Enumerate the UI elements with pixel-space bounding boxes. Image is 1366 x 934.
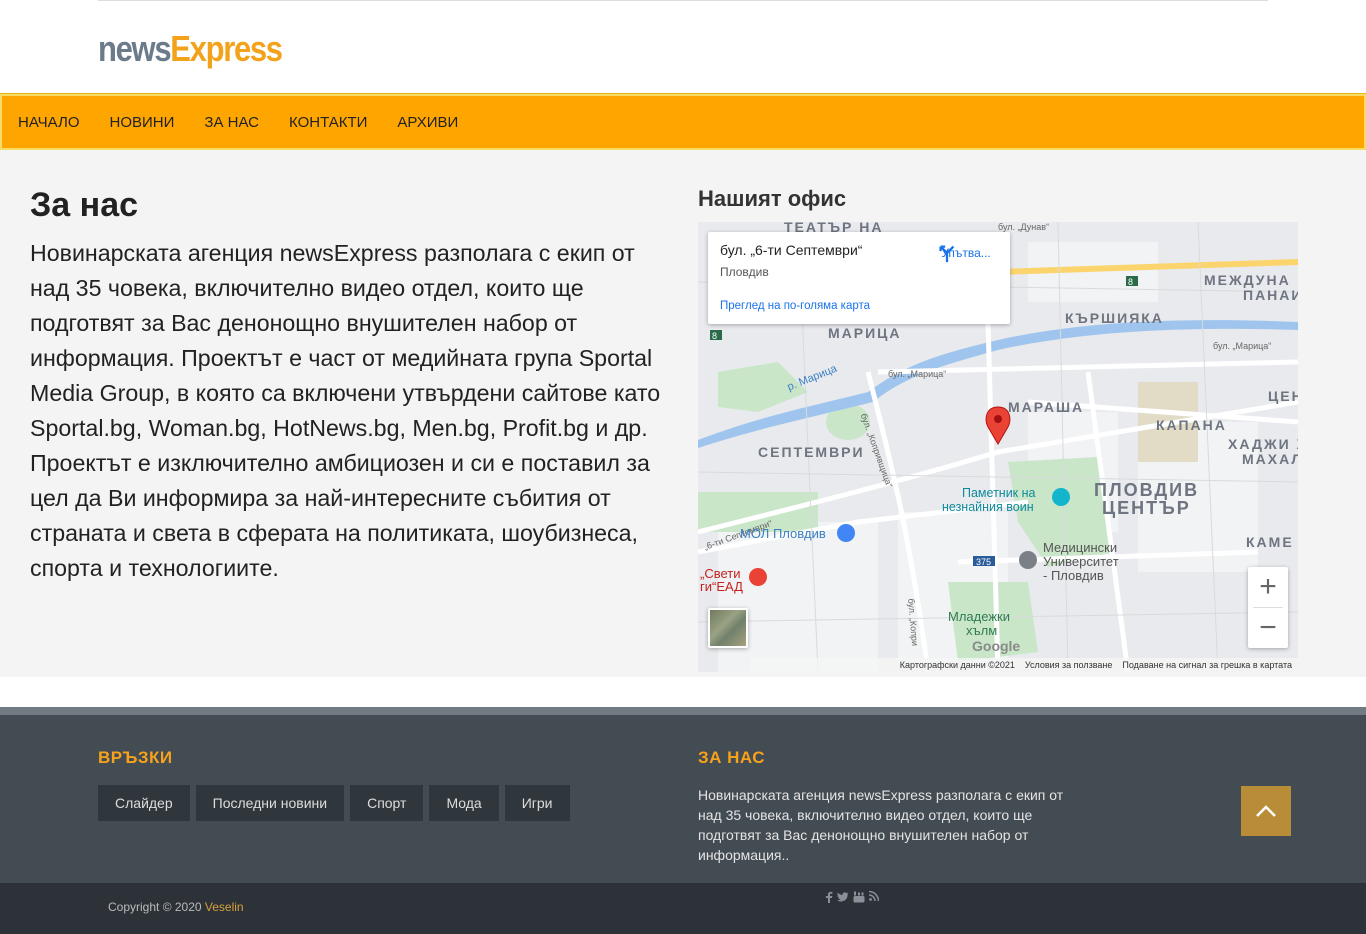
social-links	[825, 891, 879, 903]
map-label-marasha: МАРАША	[1008, 399, 1085, 415]
footer-links-title: ВРЪЗКИ	[98, 748, 173, 767]
logo-part-express: Express	[170, 28, 283, 69]
nav-item-about[interactable]: ЗА НАС	[204, 114, 259, 131]
nav-item-news[interactable]: НОВИНИ	[110, 114, 175, 131]
map-label-monument-2: незнайния воин	[942, 500, 1034, 514]
satellite-toggle-button[interactable]	[708, 608, 748, 648]
map-label-kame: КАМЕ	[1246, 534, 1294, 550]
map-label-medical-3: - Пловдив	[1043, 568, 1104, 583]
map-label-center: ЦЕНТЪР	[1102, 498, 1191, 518]
map-label-mall: МОЛ Пловдив	[740, 526, 826, 541]
footer-about-text: Новинарската агенция newsExpress разпола…	[698, 787, 1064, 863]
map-label-tsen: ЦЕН	[1268, 388, 1298, 404]
map-label-kapana: КАПАНА	[1156, 417, 1227, 433]
map-label-hospital-2: ги“ЕАД	[700, 579, 743, 594]
author-link[interactable]: Veselin	[205, 900, 244, 914]
map-city: Пловдив	[720, 265, 769, 279]
map-road-375: 375	[976, 557, 992, 567]
map-label-panai: ПАНАИ	[1243, 287, 1298, 303]
copyright: Copyright © 2020 Veselin	[108, 900, 244, 914]
nav-item-contacts[interactable]: КОНТАКТИ	[289, 114, 367, 131]
site-logo[interactable]: newsExpress	[98, 28, 283, 70]
twitter-icon[interactable]	[837, 891, 849, 903]
map-label-medical-1: Медицински	[1043, 540, 1118, 555]
tag-games[interactable]: Игри	[504, 785, 570, 821]
office-title: Нашият офис	[698, 186, 847, 211]
nav-item-home[interactable]: НАЧАЛО	[18, 114, 80, 131]
tag-sport[interactable]: Спорт	[350, 785, 424, 821]
logo-part-news: news	[98, 28, 172, 69]
facebook-icon[interactable]	[825, 891, 833, 903]
map-label-blvd-marica-2: бул. „Марица“	[1213, 341, 1272, 351]
tag-latest-news[interactable]: Последни новини	[195, 785, 345, 821]
chevron-up-icon	[1256, 805, 1276, 817]
map-label-karshiyaka: КЪРШИЯКА	[1065, 310, 1164, 326]
youtube-icon[interactable]	[853, 891, 865, 903]
tag-fashion[interactable]: Мода	[429, 785, 499, 821]
map-label-marica-district: МАРИЦА	[828, 325, 902, 341]
zoom-out-button[interactable]: −	[1248, 608, 1288, 648]
footer-tags: Слайдер Последни новини Спорт Мода Игри	[98, 785, 570, 821]
map-zoom-controls: + −	[1248, 567, 1288, 648]
map-footer: Картографски данни ©2021 Условия за полз…	[749, 658, 1298, 672]
about-title: За нас	[30, 186, 139, 224]
zoom-in-button[interactable]: +	[1248, 567, 1288, 607]
map-label-mezhduna: МЕЖДУНА	[1204, 272, 1291, 288]
map-label-hill-2: хълм	[966, 623, 998, 638]
about-text: Новинарската агенция newsExpress разпола…	[30, 240, 661, 581]
map-label-hadzhi-2: МАХАЛ	[1242, 451, 1298, 467]
map-address: бул. „6-ти Септември“	[720, 242, 863, 258]
footer-about-title: ЗА НАС	[698, 748, 766, 767]
map-label-septemvri: СЕПТЕМВРИ	[758, 444, 865, 460]
office-map[interactable]: ТЕАТЪР НА МАРИЦА МЕЖДУНА ПАНАИ КЪРШИЯКА …	[698, 222, 1298, 672]
footer: ВРЪЗКИ Слайдер Последни новини Спорт Мод…	[0, 707, 1366, 883]
top-divider	[98, 0, 1268, 1]
view-larger-map-link[interactable]: Преглед на по-голяма карта	[720, 300, 870, 312]
map-road-8-a: 8	[712, 331, 718, 341]
map-label-medical-2: Университет	[1043, 554, 1119, 569]
map-terms-link[interactable]: Условия за ползване	[1025, 660, 1113, 670]
bottom-bar: Copyright © 2020 Veselin	[0, 883, 1366, 934]
map-label-dunav: бул. „Дунав“	[998, 222, 1050, 232]
map-road-8-b: 8	[1128, 277, 1134, 287]
map-label-hill-1: Младежки	[948, 609, 1010, 624]
main-navigation: НАЧАЛО НОВИНИ ЗА НАС КОНТАКТИ АРХИВИ	[0, 93, 1366, 151]
directions-button[interactable]: Упътва...	[936, 242, 996, 263]
map-report-link[interactable]: Подаване на сигнал за грешка в картата	[1122, 660, 1292, 670]
copyright-text: Copyright © 2020	[108, 900, 202, 914]
tag-slider[interactable]: Слайдер	[98, 785, 190, 821]
map-label-monument-1: Паметник на	[962, 486, 1036, 500]
google-logo: Google	[972, 638, 1021, 654]
nav-item-archives[interactable]: АРХИВИ	[397, 114, 458, 131]
back-to-top-button[interactable]	[1241, 786, 1291, 836]
rss-icon[interactable]	[869, 891, 879, 901]
map-label-blvd-marica-1: бул. „Марица“	[888, 369, 947, 379]
directions-icon	[939, 245, 955, 263]
map-info-card: бул. „6-ти Септември“ Пловдив Преглед на…	[708, 232, 1010, 324]
map-data-credit: Картографски данни ©2021	[899, 660, 1015, 670]
map-label-hadzhi-1: ХАДЖИ Х	[1228, 436, 1298, 452]
